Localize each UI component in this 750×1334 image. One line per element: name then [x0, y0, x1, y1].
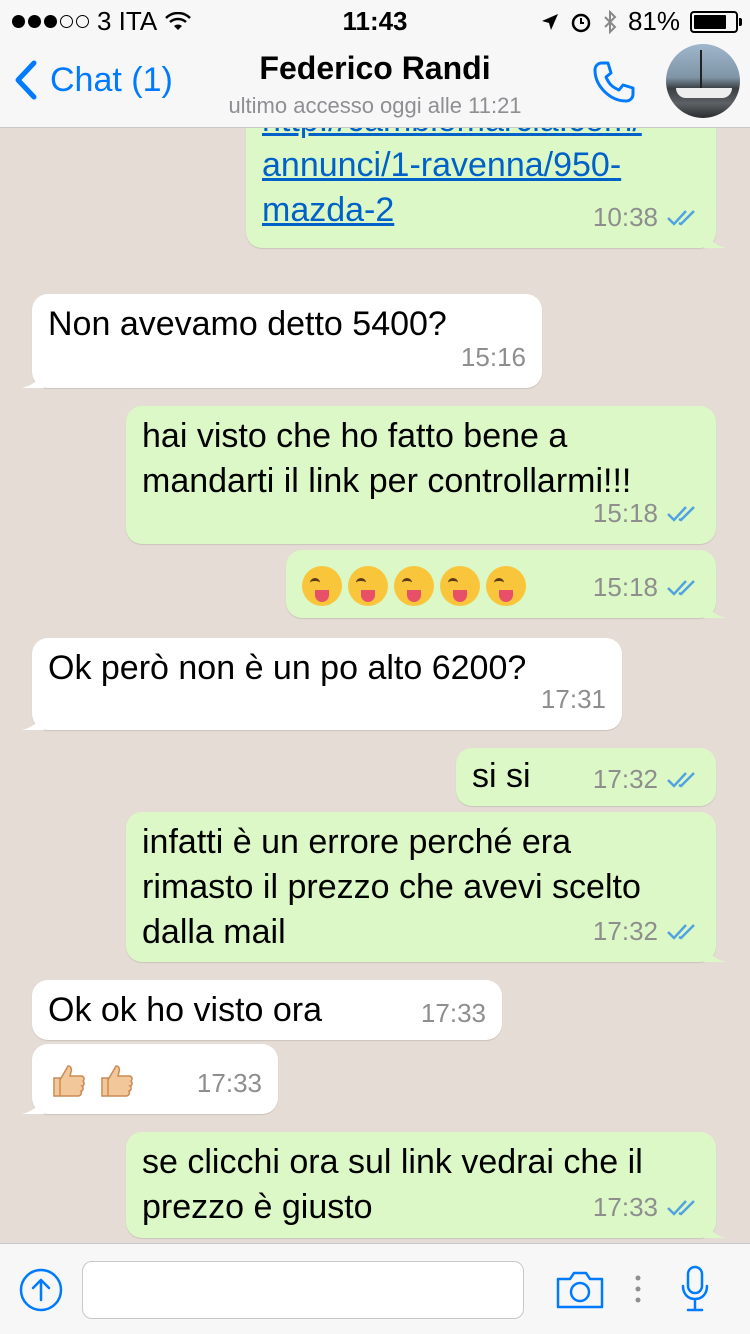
tongue-wink-emoji-icon — [486, 566, 526, 607]
phone-icon — [593, 61, 635, 103]
message-time: 17:32 — [592, 916, 658, 946]
message-meta: 17:31 — [541, 677, 606, 722]
voice-record-button[interactable] — [680, 1264, 710, 1319]
message-text: hai visto che ho fatto bene a mandarti i… — [142, 417, 632, 500]
message-bubble-incoming[interactable]: 17:33 — [22, 1044, 278, 1114]
battery-percentage: 81% — [627, 6, 680, 36]
tongue-wink-emoji-icon — [348, 566, 388, 607]
more-options-icon[interactable] — [634, 1274, 642, 1309]
message-meta: 17:33 — [593, 1185, 700, 1230]
message-bubble-outgoing[interactable]: http://cambiomarcia.com/ annunci/1-raven… — [246, 128, 726, 248]
emoji-row — [302, 562, 532, 607]
message-bubble-outgoing[interactable]: hai visto che ho fatto bene a mandarti i… — [126, 406, 716, 544]
message-meta: 15:18 — [593, 491, 700, 536]
camera-icon — [556, 1271, 604, 1309]
message-time: 15:16 — [460, 342, 526, 372]
message-meta: 17:32 — [593, 757, 700, 802]
bubble-tail — [22, 366, 44, 388]
message-text: Ok ok ho visto ora — [48, 991, 323, 1029]
read-receipt-icon — [667, 771, 695, 788]
message-bubble-incoming[interactable]: Non avevamo detto 5400? 15:16 — [22, 294, 542, 388]
read-receipt-icon — [667, 1199, 695, 1216]
camera-button[interactable] — [554, 1269, 606, 1316]
location-arrow-icon — [541, 13, 558, 30]
bubble-tail — [22, 1092, 44, 1114]
message-link[interactable]: http://cambiomarcia.com/ annunci/1-raven… — [262, 128, 642, 233]
message-time: 15:18 — [592, 572, 658, 602]
bubble-tail — [704, 1216, 726, 1238]
tongue-wink-emoji-icon — [302, 566, 342, 607]
conversation-header: Chat (1) Federico Randi ultimo accesso o… — [0, 40, 750, 128]
message-text: se clicchi ora sul link vedrai che il pr… — [142, 1143, 643, 1226]
message-meta: 15:18 — [593, 565, 700, 610]
message-time: 17:33 — [592, 1192, 658, 1222]
message-text: Non avevamo detto 5400? — [48, 305, 447, 343]
bubble-tail — [704, 226, 726, 248]
message-bubble-outgoing[interactable]: si si 17:32 — [456, 748, 716, 806]
bubble-tail — [704, 596, 726, 618]
upload-arrow-icon — [19, 1268, 63, 1312]
message-bubble-outgoing[interactable]: se clicchi ora sul link vedrai che il pr… — [126, 1132, 726, 1238]
message-text: infatti è un errore perché era rimasto i… — [142, 823, 641, 951]
voice-call-button[interactable] — [590, 58, 638, 111]
status-right: 81% — [540, 6, 742, 37]
read-receipt-icon — [667, 923, 695, 940]
read-receipt-icon — [667, 579, 695, 596]
message-meta: 17:32 — [593, 909, 700, 954]
read-receipt-icon — [667, 209, 695, 226]
message-meta: 15:16 — [461, 335, 526, 380]
message-text: Ok però non è un po alto 6200? — [48, 649, 527, 687]
tongue-wink-emoji-icon — [394, 566, 434, 607]
message-time: 17:31 — [540, 684, 606, 714]
tongue-wink-emoji-icon — [440, 566, 480, 607]
bluetooth-icon — [604, 9, 617, 34]
message-bubble-outgoing[interactable]: 15:18 — [286, 550, 726, 618]
read-receipt-icon — [667, 505, 695, 522]
alarm-clock-icon — [571, 13, 591, 32]
composer-bar — [0, 1243, 750, 1334]
message-bubble-outgoing[interactable]: infatti è un errore perché era rimasto i… — [126, 812, 726, 962]
status-bar: 3 ITA 11:43 81% — [0, 0, 750, 40]
message-bubble-incoming[interactable]: Ok però non è un po alto 6200? 17:31 — [22, 638, 622, 730]
contact-avatar[interactable] — [666, 44, 740, 118]
thumbs-up-emoji-icon — [48, 1060, 88, 1100]
battery-icon — [690, 10, 742, 33]
message-time: 17:32 — [592, 764, 658, 794]
bubble-tail — [704, 940, 726, 962]
message-meta: 17:33 — [197, 1061, 262, 1106]
message-list[interactable]: http://cambiomarcia.com/ annunci/1-raven… — [0, 128, 750, 1243]
message-time: 17:33 — [420, 998, 486, 1028]
message-meta: 17:33 — [421, 991, 486, 1036]
message-bubble-incoming[interactable]: Ok ok ho visto ora 17:33 — [32, 980, 502, 1040]
message-time: 15:18 — [592, 498, 658, 528]
microphone-icon — [681, 1265, 709, 1312]
bubble-tail — [22, 708, 44, 730]
thumbs-up-emoji-icon — [96, 1060, 136, 1100]
message-time: 17:33 — [196, 1068, 262, 1098]
message-text: si si — [472, 757, 531, 795]
message-meta: 10:38 — [593, 195, 700, 240]
emoji-row — [48, 1056, 144, 1101]
message-input[interactable] — [82, 1261, 524, 1319]
attach-button[interactable] — [18, 1267, 64, 1318]
message-time: 10:38 — [592, 202, 658, 232]
